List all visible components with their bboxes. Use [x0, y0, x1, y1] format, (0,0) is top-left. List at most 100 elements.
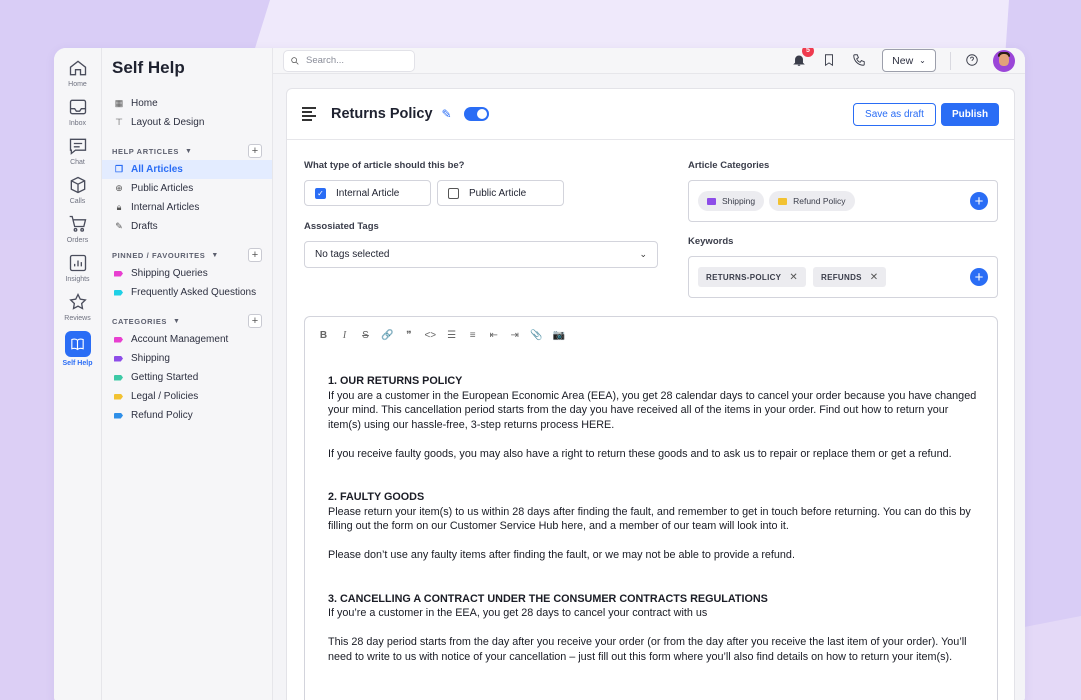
add-keyword-circle-button[interactable]: +	[970, 268, 988, 286]
link-button[interactable]: 🔗	[381, 330, 393, 341]
sidebar-item-label: Internal Articles	[131, 202, 200, 213]
chip-label: Refund Policy	[793, 196, 846, 206]
tag-icon	[114, 270, 123, 277]
checkbox-unchecked[interactable]	[448, 187, 459, 199]
tag-icon	[114, 374, 123, 381]
remove-keyword-icon[interactable]: ✕	[789, 272, 798, 283]
rail-inbox[interactable]: Inbox	[54, 97, 102, 127]
menu-icon[interactable]	[302, 105, 316, 123]
category-chip[interactable]: Shipping	[698, 191, 765, 211]
rail-calls[interactable]: Calls	[54, 175, 102, 205]
sidebar-item-shipping-queries[interactable]: Shipping Queries	[102, 264, 272, 283]
public-article-option[interactable]: Public Article	[437, 180, 564, 206]
sidebar-item-internal-articles[interactable]: 🔒︎ Internal Articles	[102, 198, 272, 217]
divider	[950, 51, 951, 70]
keyword-chip: REFUNDS ✕	[813, 267, 887, 287]
rail-label: Chat	[70, 159, 85, 166]
internal-article-option[interactable]: ✓ Internal Article	[304, 180, 431, 206]
sidebar-item-label: Getting Started	[131, 372, 199, 383]
strikethrough-button[interactable]: S	[360, 330, 371, 341]
checkbox-checked[interactable]: ✓	[315, 187, 326, 199]
new-button[interactable]: New ⌄	[882, 49, 936, 72]
sidebar-item-label: Public Articles	[131, 183, 194, 194]
rail-orders[interactable]: Orders	[54, 214, 102, 244]
paragraph: This 28 day period starts from the day a…	[328, 636, 967, 663]
add-category-circle-button[interactable]: +	[970, 192, 988, 210]
indent-button[interactable]: ⇥	[509, 330, 520, 341]
keywords-box: RETURNS-POLICY ✕ REFUNDS ✕ +	[688, 256, 998, 298]
main-area: Search... 5 New ⌄ Returns Policy ✎ Save …	[273, 48, 1025, 700]
rail-reviews[interactable]: Reviews	[54, 292, 102, 322]
tags-select[interactable]: No tags selected ⌄	[304, 241, 658, 268]
help-icon	[966, 53, 978, 66]
quote-button[interactable]: ❞	[403, 330, 414, 341]
publish-toggle[interactable]	[463, 107, 489, 121]
sidebar-item-layout-design[interactable]: ⊤ Layout & Design	[102, 113, 272, 132]
help-button[interactable]	[965, 53, 981, 69]
section-toggle[interactable]: CATEGORIES ▼	[112, 317, 181, 326]
bookmark-button[interactable]	[822, 53, 838, 69]
editor-document[interactable]: 1. OUR RETURNS POLICY If you are a custo…	[318, 374, 983, 664]
sidebar-item-account-management[interactable]: Account Management	[102, 330, 272, 349]
search-input[interactable]: Search...	[283, 49, 415, 72]
sidebar-item-drafts[interactable]: ✎ Drafts	[102, 217, 272, 236]
section-toggle[interactable]: HELP ARTICLES ▼	[112, 147, 193, 156]
article-settings: What type of article should this be? ✓ I…	[287, 140, 1014, 312]
attachment-button[interactable]: 📎	[530, 330, 542, 341]
option-label: Public Article	[469, 187, 527, 199]
sidebar-item-shipping[interactable]: Shipping	[102, 349, 272, 368]
bold-button[interactable]: B	[318, 330, 329, 341]
sidebar-item-refund-policy[interactable]: Refund Policy	[102, 406, 272, 425]
sidebar-item-faq[interactable]: Frequently Asked Questions	[102, 283, 272, 302]
sidebar-item-label: Layout & Design	[131, 117, 205, 128]
remove-keyword-icon[interactable]: ✕	[870, 272, 879, 283]
edit-icon[interactable]: ✎	[442, 107, 452, 121]
rail-label: Calls	[69, 198, 86, 205]
publish-button[interactable]: Publish	[941, 102, 999, 126]
avatar[interactable]	[993, 49, 1015, 72]
sidebar: Self Help ▦ Home ⊤ Layout & Design HELP …	[102, 48, 273, 700]
add-category-button[interactable]: +	[248, 314, 262, 328]
italic-button[interactable]: I	[339, 330, 350, 341]
topbar-actions: 5 New ⌄	[778, 48, 1015, 72]
add-pinned-button[interactable]: +	[248, 248, 262, 262]
tag-icon	[114, 393, 123, 400]
camera-button[interactable]: 📷	[553, 330, 565, 341]
calls-icon	[70, 176, 85, 194]
sidebar-item-all-articles[interactable]: ❐ All Articles	[102, 160, 272, 179]
search-icon	[291, 56, 299, 65]
sidebar-item-home[interactable]: ▦ Home	[102, 94, 272, 113]
section-toggle[interactable]: PINNED / FAVOURITES ▼	[112, 251, 219, 260]
sidebar-item-label: Account Management	[131, 334, 229, 345]
outdent-button[interactable]: ⇤	[488, 330, 499, 341]
pencil-icon: ✎	[115, 221, 123, 231]
grid-icon: ▦	[114, 98, 124, 108]
sidebar-item-getting-started[interactable]: Getting Started	[102, 368, 272, 387]
icon-rail: Home Inbox Chat Calls Orders Insights Re…	[54, 48, 102, 700]
phone-button[interactable]	[852, 53, 868, 69]
type-options: ✓ Internal Article Public Article	[304, 180, 658, 206]
sidebar-item-public-articles[interactable]: ⊕ Public Articles	[102, 179, 272, 198]
tag-icon	[114, 289, 123, 296]
caret-down-icon: ▼	[211, 251, 219, 259]
rail-insights[interactable]: Insights	[54, 253, 102, 283]
sidebar-item-legal-policies[interactable]: Legal / Policies	[102, 387, 272, 406]
rail-chat[interactable]: Chat	[54, 136, 102, 166]
code-button[interactable]: <>	[424, 330, 436, 341]
rail-self-help[interactable]: Self Help	[54, 331, 102, 367]
add-article-button[interactable]: +	[248, 144, 262, 158]
notifications-button[interactable]: 5	[792, 48, 814, 69]
category-chip[interactable]: Refund Policy	[769, 191, 855, 211]
lock-icon: 🔒︎	[116, 202, 122, 212]
rich-text-editor[interactable]: B I S 🔗 ❞ <> ☰ ≡ ⇤ ⇥ 📎 📷 1. OUR RETURNS …	[304, 316, 998, 700]
globe-icon: ⊕	[115, 183, 123, 193]
keywords-label: Keywords	[688, 236, 734, 247]
bullet-list-button[interactable]: ☰	[446, 330, 457, 341]
sidebar-item-label: Shipping Queries	[131, 268, 208, 279]
article-header: Returns Policy ✎ Save as draft Publish	[287, 89, 1014, 140]
save-draft-button[interactable]: Save as draft	[853, 102, 936, 126]
settings-right: Article Categories Shipping Refund Polic…	[688, 160, 998, 312]
topbar: Search... 5 New ⌄	[273, 48, 1025, 74]
numbered-list-button[interactable]: ≡	[467, 330, 478, 341]
rail-home[interactable]: Home	[54, 58, 102, 88]
